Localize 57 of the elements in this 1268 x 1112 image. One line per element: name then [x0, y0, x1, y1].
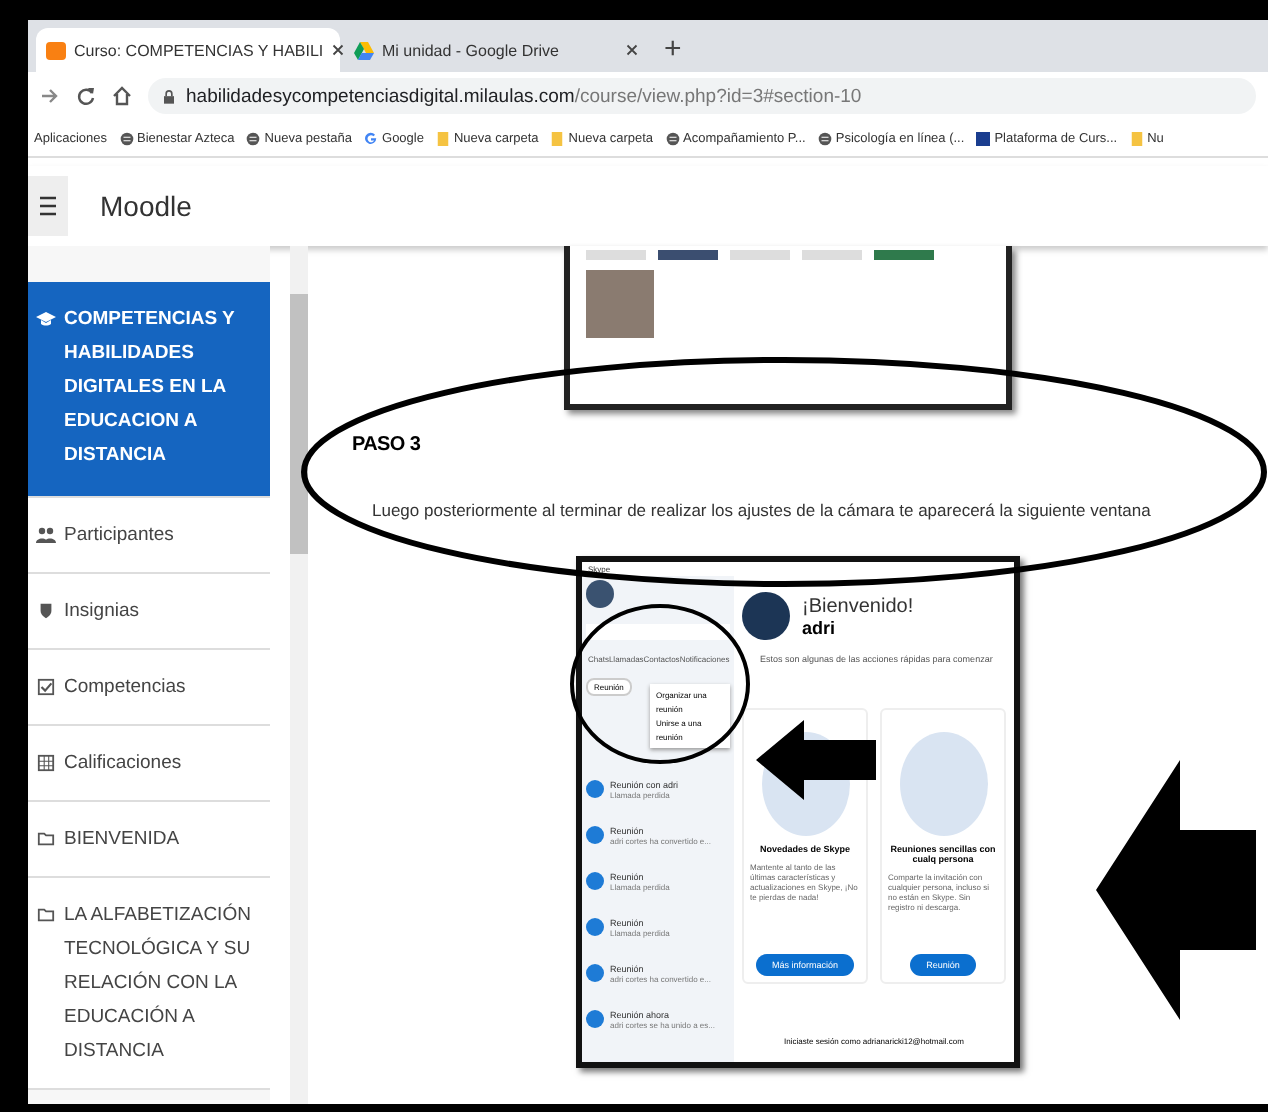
avatar: [586, 780, 604, 798]
browser-tab[interactable]: Curso: COMPETENCIAS Y HABILI: [36, 28, 340, 72]
welcome-title: ¡Bienvenido!: [802, 595, 914, 617]
close-icon[interactable]: [331, 44, 344, 56]
new-tab-button[interactable]: +: [652, 32, 694, 72]
instruction-text: Luego posteriormente al terminar de realizar los ajustes de la cámara te aparecerá la siguiente ventana: [372, 500, 1151, 520]
sidebar-item[interactable]: Participantes: [28, 498, 270, 574]
address-field[interactable]: habilidadesycompetenciasdigital.milaulas.com/course/view.php?id=3#section-10: [148, 78, 1256, 114]
menu-icon[interactable]: [28, 176, 68, 236]
folder-icon: [36, 906, 56, 924]
sidebar-item[interactable]: BIENVENIDA: [28, 802, 270, 878]
globe-icon: [817, 131, 832, 145]
home-icon[interactable]: [112, 86, 132, 106]
folder-icon: [435, 131, 450, 145]
avatar: [586, 826, 604, 844]
site-title[interactable]: Moodle: [100, 190, 192, 222]
google-logo-icon: [364, 131, 379, 145]
avatar: [586, 580, 614, 608]
sidebar-item[interactable]: Insignias: [28, 574, 270, 650]
thumbnail-image: [658, 250, 718, 260]
close-icon[interactable]: [626, 44, 638, 56]
sidebar-item[interactable]: COMPETENCIAS Y HABILIDADES DIGITALES EN LA EDUCACION A DISTANCIA: [28, 282, 270, 498]
avatar: [742, 592, 790, 640]
shield-icon: [36, 602, 56, 620]
thumbnail-image: [874, 250, 934, 260]
folder-icon: [1129, 131, 1144, 145]
globe-icon: [119, 131, 133, 145]
table-icon: [36, 754, 56, 772]
drive-logo-icon: [354, 41, 374, 59]
avatar: [586, 918, 604, 936]
photo-placeholder: [586, 270, 654, 338]
folder-icon: [36, 830, 56, 848]
graduation-cap-icon: [36, 310, 56, 328]
forward-arrow-icon[interactable]: [40, 86, 60, 106]
scrollbar-thumb[interactable]: [290, 294, 308, 554]
site-logo-icon: [976, 131, 991, 145]
step-heading: PASO 3: [352, 434, 421, 456]
avatar: [586, 1010, 604, 1028]
reload-icon[interactable]: [76, 86, 96, 106]
checkbox-icon: [36, 678, 56, 696]
globe-icon: [665, 131, 680, 145]
illustration-drawing: [899, 732, 987, 836]
lock-icon: [164, 89, 174, 103]
browser-tab[interactable]: Mi unidad - Google Drive: [344, 28, 648, 72]
users-icon: [36, 526, 56, 544]
globe-icon: [246, 131, 261, 145]
sidebar-item[interactable]: Competencias: [28, 650, 270, 726]
folder-icon: [550, 131, 565, 145]
avatar: [586, 964, 604, 982]
left-arrow-annotation: [756, 720, 876, 800]
sidebar-item[interactable]: LA ALFABETIZACIÓN TECNOLÓGICA Y SU RELACIÓN CON LA EDUCACIÓN A DISTANCIA: [28, 878, 270, 1090]
thumbnail-image: [802, 250, 862, 260]
avatar: [586, 872, 604, 890]
thumbnail-image: [586, 250, 646, 260]
user-name: adri: [802, 617, 838, 637]
thumbnail-image: [730, 250, 790, 260]
sidebar-item[interactable]: Calificaciones: [28, 726, 270, 802]
